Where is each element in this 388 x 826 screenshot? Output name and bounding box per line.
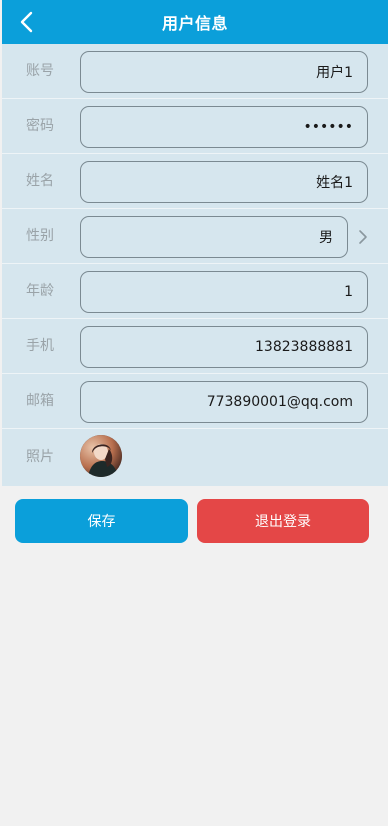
chevron-right-icon <box>359 230 367 244</box>
name-row: 姓名 <box>2 154 388 209</box>
phone-input[interactable] <box>80 326 368 368</box>
phone-label: 手机 <box>26 338 54 354</box>
account-row: 账号 <box>2 44 388 99</box>
gender-row: 性别 男 <box>2 209 388 264</box>
back-button[interactable] <box>12 7 42 37</box>
name-input[interactable] <box>80 161 368 203</box>
age-row: 年龄 <box>2 264 388 319</box>
chevron-left-icon <box>20 11 33 33</box>
user-info-form: 账号 密码 姓名 性别 男 年龄 手机 <box>2 44 388 486</box>
gender-label: 性别 <box>26 228 54 244</box>
account-label: 账号 <box>26 63 54 79</box>
age-input[interactable] <box>80 271 368 313</box>
email-row: 邮箱 <box>2 374 388 429</box>
phone-row: 手机 <box>2 319 388 374</box>
avatar[interactable] <box>80 435 122 477</box>
header-bar: 用户信息 <box>2 0 388 44</box>
gender-picker-button[interactable] <box>355 226 371 248</box>
email-label: 邮箱 <box>26 393 54 409</box>
app: 用户信息 账号 密码 姓名 性别 男 年龄 <box>2 0 388 826</box>
account-input[interactable] <box>80 51 368 93</box>
save-button[interactable]: 保存 <box>15 499 188 543</box>
email-input[interactable] <box>80 381 368 423</box>
photo-row: 照片 <box>2 429 388 486</box>
name-label: 姓名 <box>26 173 54 189</box>
age-label: 年龄 <box>26 283 54 299</box>
password-row: 密码 <box>2 99 388 154</box>
logout-button[interactable]: 退出登录 <box>197 499 369 543</box>
gender-value: 男 <box>319 230 333 246</box>
photo-label: 照片 <box>26 449 54 465</box>
password-label: 密码 <box>26 118 54 134</box>
page-title: 用户信息 <box>161 14 228 33</box>
avatar-photo <box>80 435 122 477</box>
gender-select[interactable]: 男 <box>80 216 348 258</box>
password-input[interactable] <box>80 106 368 148</box>
